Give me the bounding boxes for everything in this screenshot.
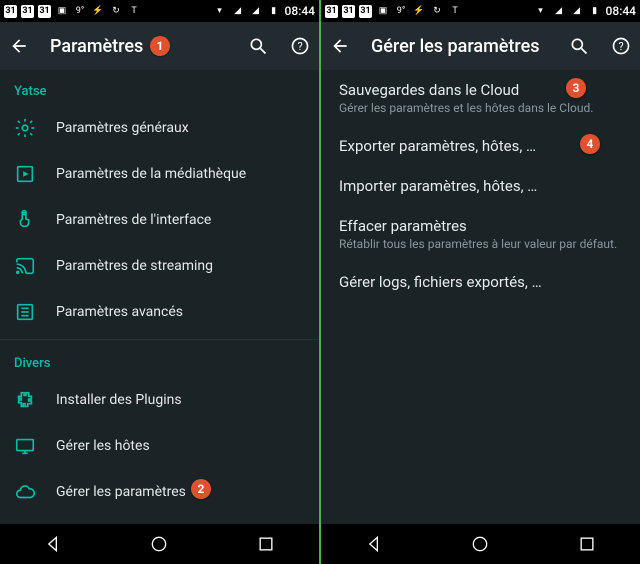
item-label: Gérer les paramètres	[56, 484, 186, 500]
item-manage-offline[interactable]: Gérer les fichiers hors-ligne	[0, 515, 319, 524]
item-label: Gérer les hôtes	[56, 438, 150, 454]
item-subtitle: Gérer les paramètres et les hôtes dans l…	[339, 101, 622, 115]
item-title: Importer paramètres, hôtes, …	[339, 177, 622, 195]
flash-icon: ⚡	[91, 4, 105, 18]
item-manage-logs[interactable]: Gérer logs, fichiers exportés, …	[321, 262, 640, 302]
item-label: Paramètres de l'interface	[56, 212, 211, 228]
item-import-settings[interactable]: Importer paramètres, hôtes, …	[321, 166, 640, 206]
library-icon	[14, 163, 36, 185]
sync-icon: ↻	[109, 4, 123, 18]
temperature-label: 9°	[73, 4, 87, 18]
item-interface-settings[interactable]: Paramètres de l'interface	[0, 197, 319, 243]
item-label: Paramètres de la médiathèque	[56, 166, 246, 182]
item-title: Sauvegardes dans le Cloud	[339, 81, 622, 99]
item-advanced-settings[interactable]: Paramètres avancés	[0, 289, 319, 335]
calendar-icon: 31	[325, 5, 338, 18]
status-bar: 31 31 31 ▣ 9° ⚡ ↻ T ▾ ◢ ◢ ▮ 08:44	[321, 0, 640, 22]
help-button[interactable]: ?	[610, 35, 632, 57]
nav-recent[interactable]	[241, 529, 291, 559]
touch-icon	[14, 209, 36, 231]
sync-icon: ↻	[430, 4, 444, 18]
signal-icon: ◢	[249, 4, 263, 18]
clock-label: 08:44	[285, 4, 315, 18]
phone-right: 31 31 31 ▣ 9° ⚡ ↻ T ▾ ◢ ◢ ▮ 08:44 Gérer …	[321, 0, 640, 564]
item-title: Effacer paramètres	[339, 217, 622, 235]
temperature-label: 9°	[394, 4, 408, 18]
item-manage-hosts[interactable]: Gérer les hôtes	[0, 423, 319, 469]
item-label: Paramètres généraux	[56, 120, 189, 136]
advanced-icon	[14, 301, 36, 323]
item-library-settings[interactable]: Paramètres de la médiathèque	[0, 151, 319, 197]
item-label: Paramètres avancés	[56, 304, 183, 320]
item-manage-settings[interactable]: Gérer les paramètres 2	[0, 469, 319, 515]
search-button[interactable]	[247, 35, 269, 57]
status-bar: 31 31 31 ▣ 9° ⚡ ↻ T ▾ ◢ ◢ ▮ 08:44	[0, 0, 319, 22]
plugin-icon	[14, 389, 36, 411]
calendar-icon: 31	[342, 5, 355, 18]
item-label: Paramètres de streaming	[56, 258, 213, 274]
cast-icon	[14, 255, 36, 277]
svg-text:?: ?	[297, 40, 302, 53]
nav-bar	[321, 524, 640, 564]
network-icon: T	[448, 4, 462, 18]
help-button[interactable]: ?	[289, 35, 311, 57]
wifi-icon: ▾	[534, 4, 548, 18]
gear-icon	[14, 117, 36, 139]
image-icon: ▣	[55, 4, 69, 18]
calendar-icon: 31	[359, 5, 372, 18]
nav-recent[interactable]	[562, 529, 612, 559]
nav-bar	[0, 524, 319, 564]
app-bar: Paramètres ? 1	[0, 22, 319, 70]
calendar-icon: 31	[21, 5, 34, 18]
signal-icon: ◢	[570, 4, 584, 18]
monitor-icon	[14, 435, 36, 457]
settings-list: Yatse Paramètres généraux Paramètres de …	[0, 70, 319, 524]
clock-label: 08:44	[606, 4, 636, 18]
item-subtitle: Rétablir tous les paramètres à leur vale…	[339, 237, 622, 251]
cloud-icon	[14, 481, 36, 503]
item-title: Exporter paramètres, hôtes, …	[339, 137, 622, 155]
calendar-icon: 31	[4, 5, 17, 18]
page-title: Gérer les paramètres	[371, 36, 548, 57]
search-button[interactable]	[568, 35, 590, 57]
signal-icon: ◢	[231, 4, 245, 18]
item-general-settings[interactable]: Paramètres généraux	[0, 105, 319, 151]
signal-icon: ◢	[552, 4, 566, 18]
back-button[interactable]	[8, 35, 30, 57]
item-install-plugins[interactable]: Installer des Plugins	[0, 377, 319, 423]
app-bar: Gérer les paramètres ?	[321, 22, 640, 70]
battery-icon: ▮	[588, 4, 602, 18]
back-button[interactable]	[329, 35, 351, 57]
item-streaming-settings[interactable]: Paramètres de streaming	[0, 243, 319, 289]
nav-home[interactable]	[134, 529, 184, 559]
nav-back[interactable]	[349, 529, 399, 559]
item-title: Gérer logs, fichiers exportés, …	[339, 273, 622, 291]
wifi-icon: ▾	[213, 4, 227, 18]
page-title: Paramètres	[50, 36, 227, 57]
network-icon: T	[127, 4, 141, 18]
calendar-icon: 31	[38, 5, 51, 18]
nav-home[interactable]	[455, 529, 505, 559]
item-export-settings[interactable]: Exporter paramètres, hôtes, … 4	[321, 126, 640, 166]
flash-icon: ⚡	[412, 4, 426, 18]
battery-icon: ▮	[267, 4, 281, 18]
section-header-yatse: Yatse	[0, 70, 319, 105]
phone-left: 31 31 31 ▣ 9° ⚡ ↻ T ▾ ◢ ◢ ▮ 08:44 Paramè…	[0, 0, 319, 564]
item-label: Installer des Plugins	[56, 392, 182, 408]
manage-settings-list: Sauvegardes dans le Cloud Gérer les para…	[321, 70, 640, 524]
step-badge-2: 2	[191, 479, 211, 499]
item-cloud-backups[interactable]: Sauvegardes dans le Cloud Gérer les para…	[321, 70, 640, 126]
item-reset-settings[interactable]: Effacer paramètres Rétablir tous les par…	[321, 206, 640, 262]
nav-back[interactable]	[28, 529, 78, 559]
divider	[0, 339, 319, 340]
section-header-divers: Divers	[0, 342, 319, 377]
image-icon: ▣	[376, 4, 390, 18]
svg-text:?: ?	[618, 40, 623, 53]
